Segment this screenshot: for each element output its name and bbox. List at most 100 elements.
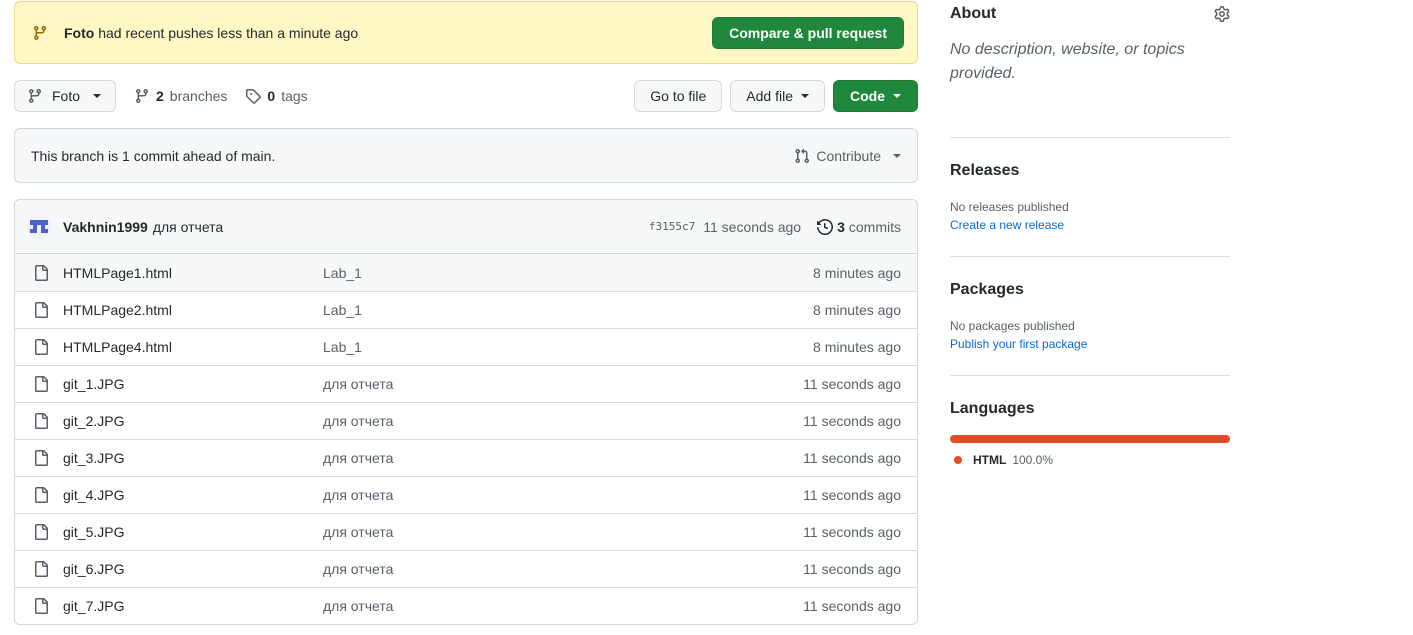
pull-request-icon (794, 148, 810, 164)
file-commit-time: 11 seconds ago (803, 487, 901, 503)
contribute-dropdown[interactable]: Contribute (794, 148, 901, 164)
contribute-label: Contribute (816, 147, 881, 164)
git-branch-icon (32, 25, 48, 41)
file-row[interactable]: git_7.JPG для отчета 11 seconds ago (15, 587, 917, 624)
language-percent: 100.0% (1012, 453, 1054, 467)
file-name[interactable]: git_4.JPG (63, 487, 323, 503)
releases-heading[interactable]: Releases (950, 162, 1019, 180)
file-row[interactable]: git_5.JPG для отчета 11 seconds ago (15, 513, 917, 550)
code-button-label: Code (850, 88, 885, 104)
file-name[interactable]: HTMLPage4.html (63, 339, 323, 355)
latest-commit-row: Vakhnin1999 для отчета f3155c7 11 second… (15, 200, 917, 254)
file-commit-time: 11 seconds ago (803, 376, 901, 392)
packages-heading[interactable]: Packages (950, 281, 1024, 299)
commit-author[interactable]: Vakhnin1999 (63, 219, 148, 235)
file-name[interactable]: HTMLPage1.html (63, 265, 323, 281)
recent-push-banner: Foto had recent pushes less than a minut… (14, 1, 918, 64)
file-commit-message[interactable]: для отчета (323, 376, 803, 392)
commits-label: commits (848, 218, 901, 235)
code-button[interactable]: Code (833, 80, 918, 112)
file-name[interactable]: git_2.JPG (63, 413, 323, 429)
publish-package-link[interactable]: Publish your first package (950, 337, 1230, 351)
file-commit-message[interactable]: Lab_1 (323, 302, 813, 318)
toolbar-actions: Go to file Add file Code (634, 80, 918, 112)
tag-icon (245, 88, 262, 104)
file-commit-message[interactable]: для отчета (323, 524, 803, 540)
git-branch-icon (134, 88, 150, 104)
gear-icon[interactable] (1214, 6, 1230, 22)
branches-label: branches (169, 88, 228, 104)
releases-section: Releases No releases published Create a … (950, 162, 1230, 257)
file-commit-message[interactable]: для отчета (323, 598, 803, 614)
avatar[interactable] (27, 214, 51, 239)
file-commit-message[interactable]: Lab_1 (323, 265, 813, 281)
file-name[interactable]: git_5.JPG (63, 524, 323, 540)
file-commit-time: 8 minutes ago (813, 302, 901, 318)
file-icon (33, 376, 49, 392)
add-file-button[interactable]: Add file (730, 80, 825, 112)
commit-message[interactable]: для отчета (153, 219, 649, 235)
about-heading: About (950, 5, 997, 22)
file-name[interactable]: git_7.JPG (63, 598, 323, 614)
commits-count: 3 (837, 218, 845, 235)
file-commit-time: 11 seconds ago (803, 450, 901, 466)
file-name[interactable]: git_3.JPG (63, 450, 323, 466)
releases-empty-text: No releases published (950, 200, 1069, 214)
file-commit-message[interactable]: для отчета (323, 561, 803, 577)
go-to-file-button[interactable]: Go to file (634, 80, 723, 112)
packages-section: Packages No packages published Publish y… (950, 281, 1230, 376)
chevron-down-icon (93, 94, 102, 98)
chevron-down-icon (801, 94, 809, 98)
pushed-branch-name[interactable]: Foto (64, 25, 94, 41)
file-row[interactable]: git_2.JPG для отчета 11 seconds ago (15, 402, 917, 439)
file-commit-time: 11 seconds ago (803, 413, 901, 429)
create-release-link[interactable]: Create a new release (950, 218, 1230, 232)
file-icon (33, 264, 49, 281)
branch-select-button[interactable]: Foto (14, 80, 116, 112)
file-name[interactable]: HTMLPage2.html (63, 302, 323, 318)
repo-toolbar: Foto 2 branches 0 tags Go to file Add fi… (14, 80, 918, 112)
branches-link[interactable]: 2 branches (134, 88, 227, 104)
language-legend-item[interactable]: HTML 100.0% (950, 453, 1230, 467)
branch-select-label: Foto (52, 88, 81, 104)
file-commit-time: 8 minutes ago (813, 339, 901, 355)
about-section: About No description, website, or topics… (950, 5, 1230, 138)
file-commit-time: 11 seconds ago (803, 598, 901, 614)
file-row[interactable]: git_4.JPG для отчета 11 seconds ago (15, 476, 917, 513)
file-commit-message[interactable]: для отчета (323, 413, 803, 429)
git-branch-icon (27, 88, 43, 104)
file-row[interactable]: git_6.JPG для отчета 11 seconds ago (15, 550, 917, 587)
file-commit-message[interactable]: для отчета (323, 450, 803, 466)
commit-time: 11 seconds ago (703, 218, 802, 235)
language-name: HTML (973, 453, 1007, 467)
file-icon (33, 561, 49, 577)
tags-link[interactable]: 0 tags (245, 88, 308, 104)
compare-pull-request-button[interactable]: Compare & pull request (712, 16, 904, 49)
file-row[interactable]: HTMLPage2.html Lab_1 8 minutes ago (15, 291, 917, 328)
commit-history-link[interactable]: 3 commits (817, 219, 901, 235)
file-icon (33, 598, 49, 614)
branch-ahead-text: This branch is 1 commit ahead of main. (31, 147, 276, 164)
file-row[interactable]: git_3.JPG для отчета 11 seconds ago (15, 439, 917, 476)
file-row[interactable]: HTMLPage4.html Lab_1 8 minutes ago (15, 328, 917, 365)
languages-heading: Languages (950, 400, 1035, 417)
file-browser: Vakhnin1999 для отчета f3155c7 11 second… (14, 199, 918, 625)
packages-empty-text: No packages published (950, 319, 1075, 333)
languages-section: Languages HTML 100.0% (950, 400, 1230, 467)
file-commit-message[interactable]: Lab_1 (323, 339, 813, 355)
file-name[interactable]: git_1.JPG (63, 376, 323, 392)
about-description: No description, website, or topics provi… (950, 41, 1185, 82)
language-bar[interactable] (950, 435, 1230, 443)
chevron-down-icon (893, 94, 901, 98)
tags-label: tags (281, 88, 308, 104)
commit-sha[interactable]: f3155c7 (649, 220, 695, 233)
file-row[interactable]: HTMLPage1.html Lab_1 8 minutes ago (15, 254, 917, 291)
file-commit-message[interactable]: для отчета (323, 487, 803, 503)
chevron-down-icon (893, 153, 901, 158)
file-icon (33, 450, 49, 466)
file-name[interactable]: git_6.JPG (63, 561, 323, 577)
history-icon (817, 218, 834, 235)
file-icon (33, 302, 49, 318)
branches-count: 2 (156, 88, 164, 104)
file-row[interactable]: git_1.JPG для отчета 11 seconds ago (15, 365, 917, 402)
